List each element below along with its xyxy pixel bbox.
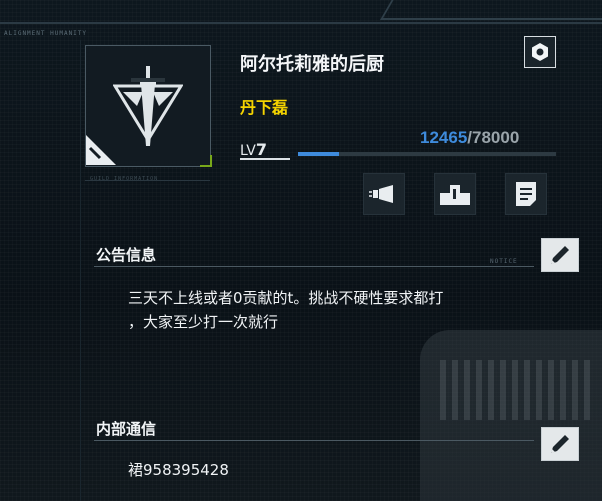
ranking-button[interactable] bbox=[434, 173, 476, 215]
settings-button[interactable] bbox=[524, 36, 556, 68]
notice-tag: NOTICE bbox=[490, 258, 518, 265]
podium-icon bbox=[440, 185, 470, 205]
announce-button[interactable] bbox=[363, 173, 405, 215]
exp-progress-bar bbox=[238, 152, 556, 158]
notice-line-1: 三天不上线或者0贡献的t。挑战不硬性要求都打 bbox=[128, 289, 444, 307]
guild-info-caption: GUILD INFORMATION bbox=[90, 176, 159, 182]
megaphone-icon bbox=[369, 185, 393, 203]
frame-top-bevel bbox=[380, 0, 602, 20]
exp-max: 78000 bbox=[472, 128, 520, 147]
notice-title: 公告信息 bbox=[96, 246, 157, 264]
pencil-icon bbox=[551, 246, 569, 264]
exp-bar-fill bbox=[298, 152, 339, 156]
notice-text: 三天不上线或者0贡献的t。挑战不硬性要求都打 ，大家至少打一次就行 bbox=[128, 286, 568, 334]
pencil-icon bbox=[551, 435, 569, 453]
notice-divider bbox=[94, 266, 534, 267]
document-icon bbox=[516, 182, 536, 206]
edit-internal-comm-button[interactable] bbox=[541, 427, 579, 461]
internal-comm-title: 内部通信 bbox=[96, 420, 157, 438]
internal-comm-divider bbox=[94, 440, 534, 441]
dagger-emblem-icon bbox=[113, 66, 183, 146]
guild-name: 阿尔托莉雅的后厨 bbox=[240, 54, 384, 75]
exp-current: 12465 bbox=[420, 128, 468, 147]
hexagon-gear-icon bbox=[532, 43, 548, 61]
edit-notice-button[interactable] bbox=[541, 238, 579, 272]
guild-exp: 12465/78000 bbox=[420, 128, 519, 148]
pencil-mark-icon bbox=[88, 146, 102, 160]
notice-line-2: ，大家至少打一次就行 bbox=[128, 313, 279, 331]
internal-comm-text: 裙958395428 bbox=[128, 461, 229, 479]
emblem-bracket bbox=[200, 155, 212, 167]
level-underline bbox=[240, 158, 290, 160]
guild-leader-name: 丹下磊 bbox=[240, 98, 289, 117]
frame-label: ALIGNMENT HUMANITY bbox=[4, 30, 88, 37]
log-button[interactable] bbox=[505, 173, 547, 215]
left-rail bbox=[0, 40, 81, 501]
frame-top-line bbox=[0, 22, 602, 24]
